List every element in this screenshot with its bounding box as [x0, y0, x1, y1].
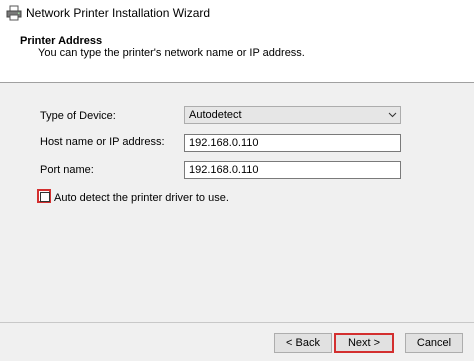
- device-type-select[interactable]: Autodetect: [184, 106, 401, 124]
- host-label: Host name or IP address:: [40, 136, 165, 148]
- chevron-down-icon: [388, 112, 397, 118]
- auto-detect-label[interactable]: Auto detect the printer driver to use.: [54, 191, 229, 205]
- port-value: 192.168.0.110: [189, 164, 259, 176]
- wizard-header: Printer Address You can type the printer…: [0, 26, 474, 83]
- page-subtitle: You can type the printer's network name …: [38, 47, 305, 59]
- device-type-label: Type of Device:: [40, 110, 116, 122]
- back-button[interactable]: < Back: [274, 333, 332, 353]
- host-value: 192.168.0.110: [189, 137, 259, 149]
- port-input[interactable]: 192.168.0.110: [184, 161, 401, 179]
- checkbox-box: [40, 192, 50, 202]
- auto-detect-checkbox[interactable]: [37, 189, 51, 203]
- window-title: Network Printer Installation Wizard: [26, 6, 211, 20]
- next-button[interactable]: Next >: [334, 333, 394, 353]
- port-label: Port name:: [40, 164, 94, 176]
- host-input[interactable]: 192.168.0.110: [184, 134, 401, 152]
- printer-icon: [6, 5, 22, 21]
- footer-divider: [0, 322, 474, 323]
- device-type-value: Autodetect: [189, 109, 242, 121]
- cancel-button[interactable]: Cancel: [405, 333, 463, 353]
- title-bar: Network Printer Installation Wizard: [0, 0, 474, 26]
